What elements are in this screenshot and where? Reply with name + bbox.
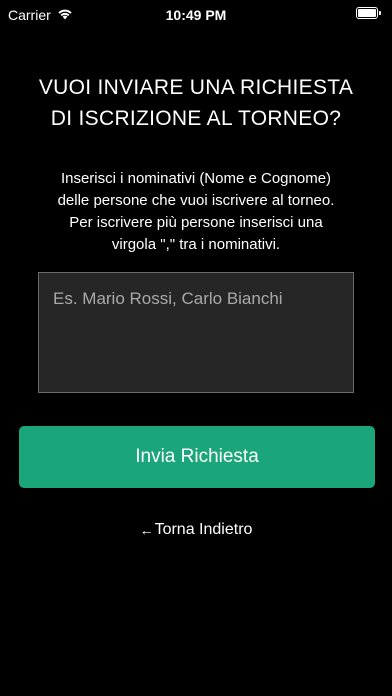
status-bar: Carrier 10:49 PM — [0, 0, 392, 30]
battery-icon — [356, 7, 384, 21]
back-link[interactable]: ←Torna Indietro — [0, 520, 392, 540]
page-title: VUOI INVIARE UNA RICHIESTA DI ISCRIZIONE… — [0, 72, 392, 134]
back-arrow-icon: ← — [139, 522, 154, 538]
instructions-line-2: delle persone che vuoi iscrivere al torn… — [57, 192, 335, 209]
title-line-1: VUOI INVIARE UNA RICHIESTA — [38, 76, 354, 99]
names-input[interactable] — [38, 272, 354, 393]
instructions-line-4: virgola "," tra i nominativi. — [111, 236, 281, 253]
instructions-line-3: Per iscrivere più persone inserisci una — [69, 214, 323, 231]
status-time: 10:49 PM — [165, 7, 227, 23]
title-line-2: DI ISCRIZIONE AL TORNEO? — [50, 107, 342, 130]
back-link-label: Torna Indietro — [154, 521, 253, 538]
instructions-text: Inserisci i nominativi (Nome e Cognome) … — [0, 168, 392, 256]
send-request-button[interactable]: Invia Richiesta — [19, 426, 375, 488]
instructions-line-1: Inserisci i nominativi (Nome e Cognome) — [60, 170, 332, 187]
